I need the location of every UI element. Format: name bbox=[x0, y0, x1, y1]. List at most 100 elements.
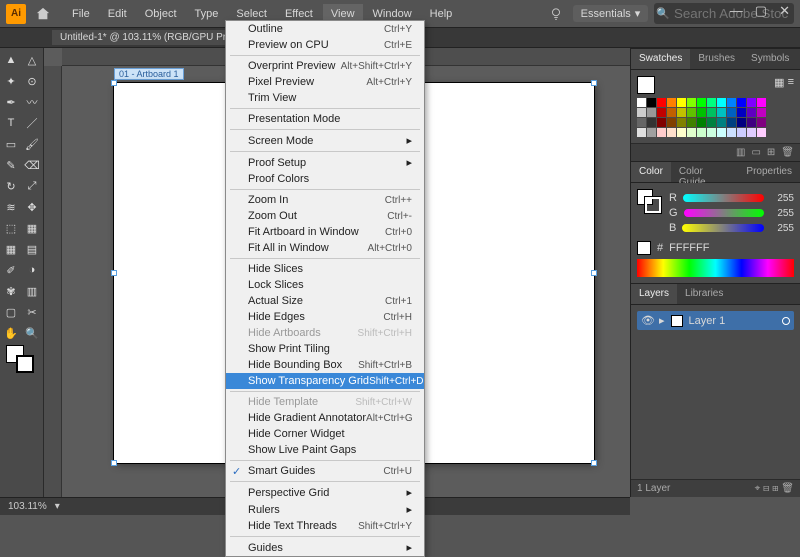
hex-swatch[interactable] bbox=[637, 241, 651, 255]
tab-libraries[interactable]: Libraries bbox=[677, 284, 731, 304]
menu-item-fit-all-in-window[interactable]: Fit All in WindowAlt+Ctrl+0 bbox=[226, 240, 424, 256]
swatch[interactable] bbox=[737, 108, 746, 117]
tool-eyedropper[interactable]: ✐ bbox=[2, 261, 20, 279]
bbox-handle[interactable] bbox=[111, 80, 117, 86]
menu-item-guides[interactable]: Guides▸ bbox=[226, 539, 424, 556]
menu-item-zoom-out[interactable]: Zoom OutCtrl+- bbox=[226, 208, 424, 224]
swatch[interactable] bbox=[747, 108, 756, 117]
menu-item-perspective-grid[interactable]: Perspective Grid▸ bbox=[226, 484, 424, 501]
swatch[interactable] bbox=[657, 98, 666, 107]
g-value[interactable]: 255 bbox=[770, 208, 794, 219]
tool-symbol-sprayer[interactable]: ✾ bbox=[2, 282, 20, 300]
swatch[interactable] bbox=[717, 98, 726, 107]
menu-help[interactable]: Help bbox=[422, 4, 461, 24]
bbox-handle[interactable] bbox=[111, 270, 117, 276]
tab-symbols[interactable]: Symbols bbox=[743, 49, 797, 69]
menu-item-trim-view[interactable]: Trim View bbox=[226, 90, 424, 106]
menu-item-fit-artboard-in-window[interactable]: Fit Artboard in WindowCtrl+0 bbox=[226, 224, 424, 240]
bbox-handle[interactable] bbox=[591, 460, 597, 466]
menu-item-proof-colors[interactable]: Proof Colors bbox=[226, 171, 424, 187]
color-spectrum[interactable] bbox=[637, 259, 794, 277]
swatch[interactable] bbox=[677, 118, 686, 127]
swatch[interactable] bbox=[757, 108, 766, 117]
tool-line[interactable]: ／ bbox=[23, 114, 41, 132]
artboard-label[interactable]: 01 - Artboard 1 bbox=[114, 68, 184, 80]
swatch[interactable] bbox=[727, 128, 736, 137]
swatch[interactable] bbox=[677, 108, 686, 117]
swatch[interactable] bbox=[707, 128, 716, 137]
menu-edit[interactable]: Edit bbox=[100, 4, 135, 24]
tool-mesh[interactable]: ▦ bbox=[2, 240, 20, 258]
swatch[interactable] bbox=[657, 108, 666, 117]
bulb-icon[interactable] bbox=[549, 7, 563, 21]
tool-pen[interactable]: ✒ bbox=[2, 93, 20, 111]
menu-item-presentation-mode[interactable]: Presentation Mode bbox=[226, 111, 424, 127]
home-button[interactable] bbox=[32, 7, 54, 21]
swatch[interactable] bbox=[677, 128, 686, 137]
tool-shaper[interactable]: ✎ bbox=[2, 156, 20, 174]
tool-hand[interactable]: ✋ bbox=[2, 324, 20, 342]
swatch[interactable] bbox=[747, 98, 756, 107]
menu-item-show-transparency-grid[interactable]: Show Transparency GridShift+Ctrl+D bbox=[226, 373, 424, 389]
swatch-menu-icon[interactable]: ≡ bbox=[788, 76, 794, 94]
swatch[interactable] bbox=[637, 98, 646, 107]
menu-item-hide-bounding-box[interactable]: Hide Bounding BoxShift+Ctrl+B bbox=[226, 357, 424, 373]
color-slider-b[interactable]: B 255 bbox=[669, 222, 794, 234]
swatch[interactable] bbox=[727, 108, 736, 117]
tool-lasso[interactable]: ⊙ bbox=[23, 72, 41, 90]
swatch[interactable] bbox=[637, 108, 646, 117]
swatch[interactable] bbox=[737, 98, 746, 107]
swatch[interactable] bbox=[727, 118, 736, 127]
swatch[interactable] bbox=[697, 108, 706, 117]
tool-gradient[interactable]: ▤ bbox=[23, 240, 41, 258]
b-value[interactable]: 255 bbox=[770, 223, 794, 234]
swatch[interactable] bbox=[687, 118, 696, 127]
new-layer-icon[interactable]: ⊞ bbox=[772, 483, 778, 494]
color-stroke-swatch[interactable] bbox=[645, 197, 661, 213]
swatch[interactable] bbox=[707, 108, 716, 117]
swatch-libraries-icon[interactable]: ▥ bbox=[736, 147, 745, 158]
swatch[interactable] bbox=[747, 128, 756, 137]
menu-file[interactable]: File bbox=[64, 4, 98, 24]
bbox-handle[interactable] bbox=[111, 460, 117, 466]
tool-type[interactable]: T bbox=[2, 114, 20, 132]
color-slider-r[interactable]: R 255 bbox=[669, 192, 794, 204]
tab-brushes[interactable]: Brushes bbox=[690, 49, 743, 69]
tool-paintbrush[interactable]: 🖌 bbox=[23, 135, 41, 153]
tool-zoom[interactable]: 🔍 bbox=[23, 324, 41, 342]
menu-item-outline[interactable]: OutlineCtrl+Y bbox=[226, 21, 424, 37]
window-minimize[interactable]: — bbox=[726, 3, 747, 19]
visibility-icon[interactable]: 👁 bbox=[641, 314, 653, 327]
tool-perspective[interactable]: ▦ bbox=[23, 219, 41, 237]
swatch[interactable] bbox=[657, 128, 666, 137]
tab-swatches[interactable]: Swatches bbox=[631, 49, 690, 69]
swatch[interactable] bbox=[697, 118, 706, 127]
tab-color-guide[interactable]: Color Guide bbox=[671, 162, 739, 182]
swatch[interactable] bbox=[757, 128, 766, 137]
swatch[interactable] bbox=[657, 118, 666, 127]
swatch[interactable] bbox=[647, 108, 656, 117]
swatch[interactable] bbox=[687, 128, 696, 137]
tool-direct-selection[interactable]: △ bbox=[23, 51, 41, 69]
swatch[interactable] bbox=[647, 98, 656, 107]
menu-item-actual-size[interactable]: Actual SizeCtrl+1 bbox=[226, 293, 424, 309]
menu-item-show-print-tiling[interactable]: Show Print Tiling bbox=[226, 341, 424, 357]
swatch[interactable] bbox=[687, 98, 696, 107]
tab-properties[interactable]: Properties bbox=[738, 162, 800, 182]
menu-item-preview-on-cpu[interactable]: Preview on CPUCtrl+E bbox=[226, 37, 424, 53]
swatch[interactable] bbox=[717, 118, 726, 127]
expand-icon[interactable]: ▸ bbox=[659, 314, 665, 327]
fill-swatch[interactable] bbox=[637, 76, 655, 94]
locate-icon[interactable]: ⌖ bbox=[755, 483, 761, 494]
layer-row[interactable]: 👁 ▸ Layer 1 bbox=[637, 311, 794, 330]
window-maximize[interactable]: ▢ bbox=[751, 3, 771, 19]
workspace-selector[interactable]: Essentials ▾ bbox=[573, 5, 649, 22]
tool-free-transform[interactable]: ✥ bbox=[23, 198, 41, 216]
hex-value[interactable]: FFFFFF bbox=[669, 242, 709, 254]
menu-item-hide-text-threads[interactable]: Hide Text ThreadsShift+Ctrl+Y bbox=[226, 518, 424, 534]
tool-curvature[interactable]: 〰 bbox=[23, 93, 41, 111]
new-swatch-group-icon[interactable]: ▭ bbox=[751, 147, 760, 158]
bbox-handle[interactable] bbox=[591, 80, 597, 86]
tool-width[interactable]: ≋ bbox=[2, 198, 20, 216]
swatch[interactable] bbox=[687, 108, 696, 117]
